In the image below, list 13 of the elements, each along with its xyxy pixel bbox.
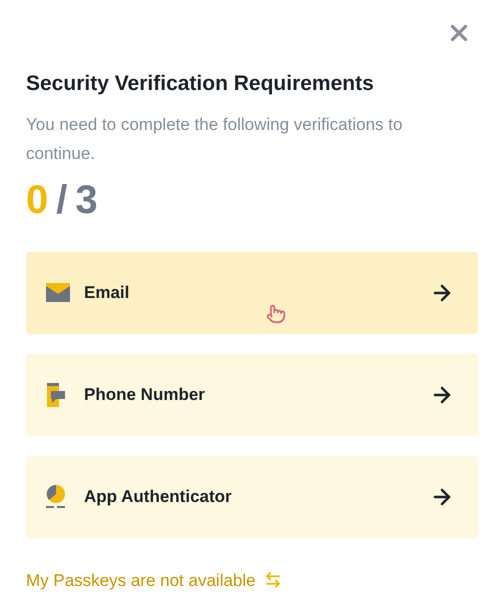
dialog-title: Security Verification Requirements (26, 71, 375, 97)
verification-method-button[interactable]: App Authenticator (26, 456, 478, 538)
verification-method-button[interactable]: Email (26, 252, 478, 334)
total-count: 3 (75, 180, 98, 220)
swap-icon (264, 571, 282, 590)
dialog-description: You need to complete the following verifications to continue. (26, 114, 404, 164)
envelope-icon (46, 283, 70, 302)
completed-count: 0 (26, 180, 48, 220)
pointer-cursor-icon (266, 304, 286, 324)
phone-icon (46, 382, 66, 406)
authenticator-icon (46, 484, 66, 508)
progress-separator: / (56, 180, 68, 220)
verification-method-button[interactable]: Phone Number (26, 354, 478, 436)
